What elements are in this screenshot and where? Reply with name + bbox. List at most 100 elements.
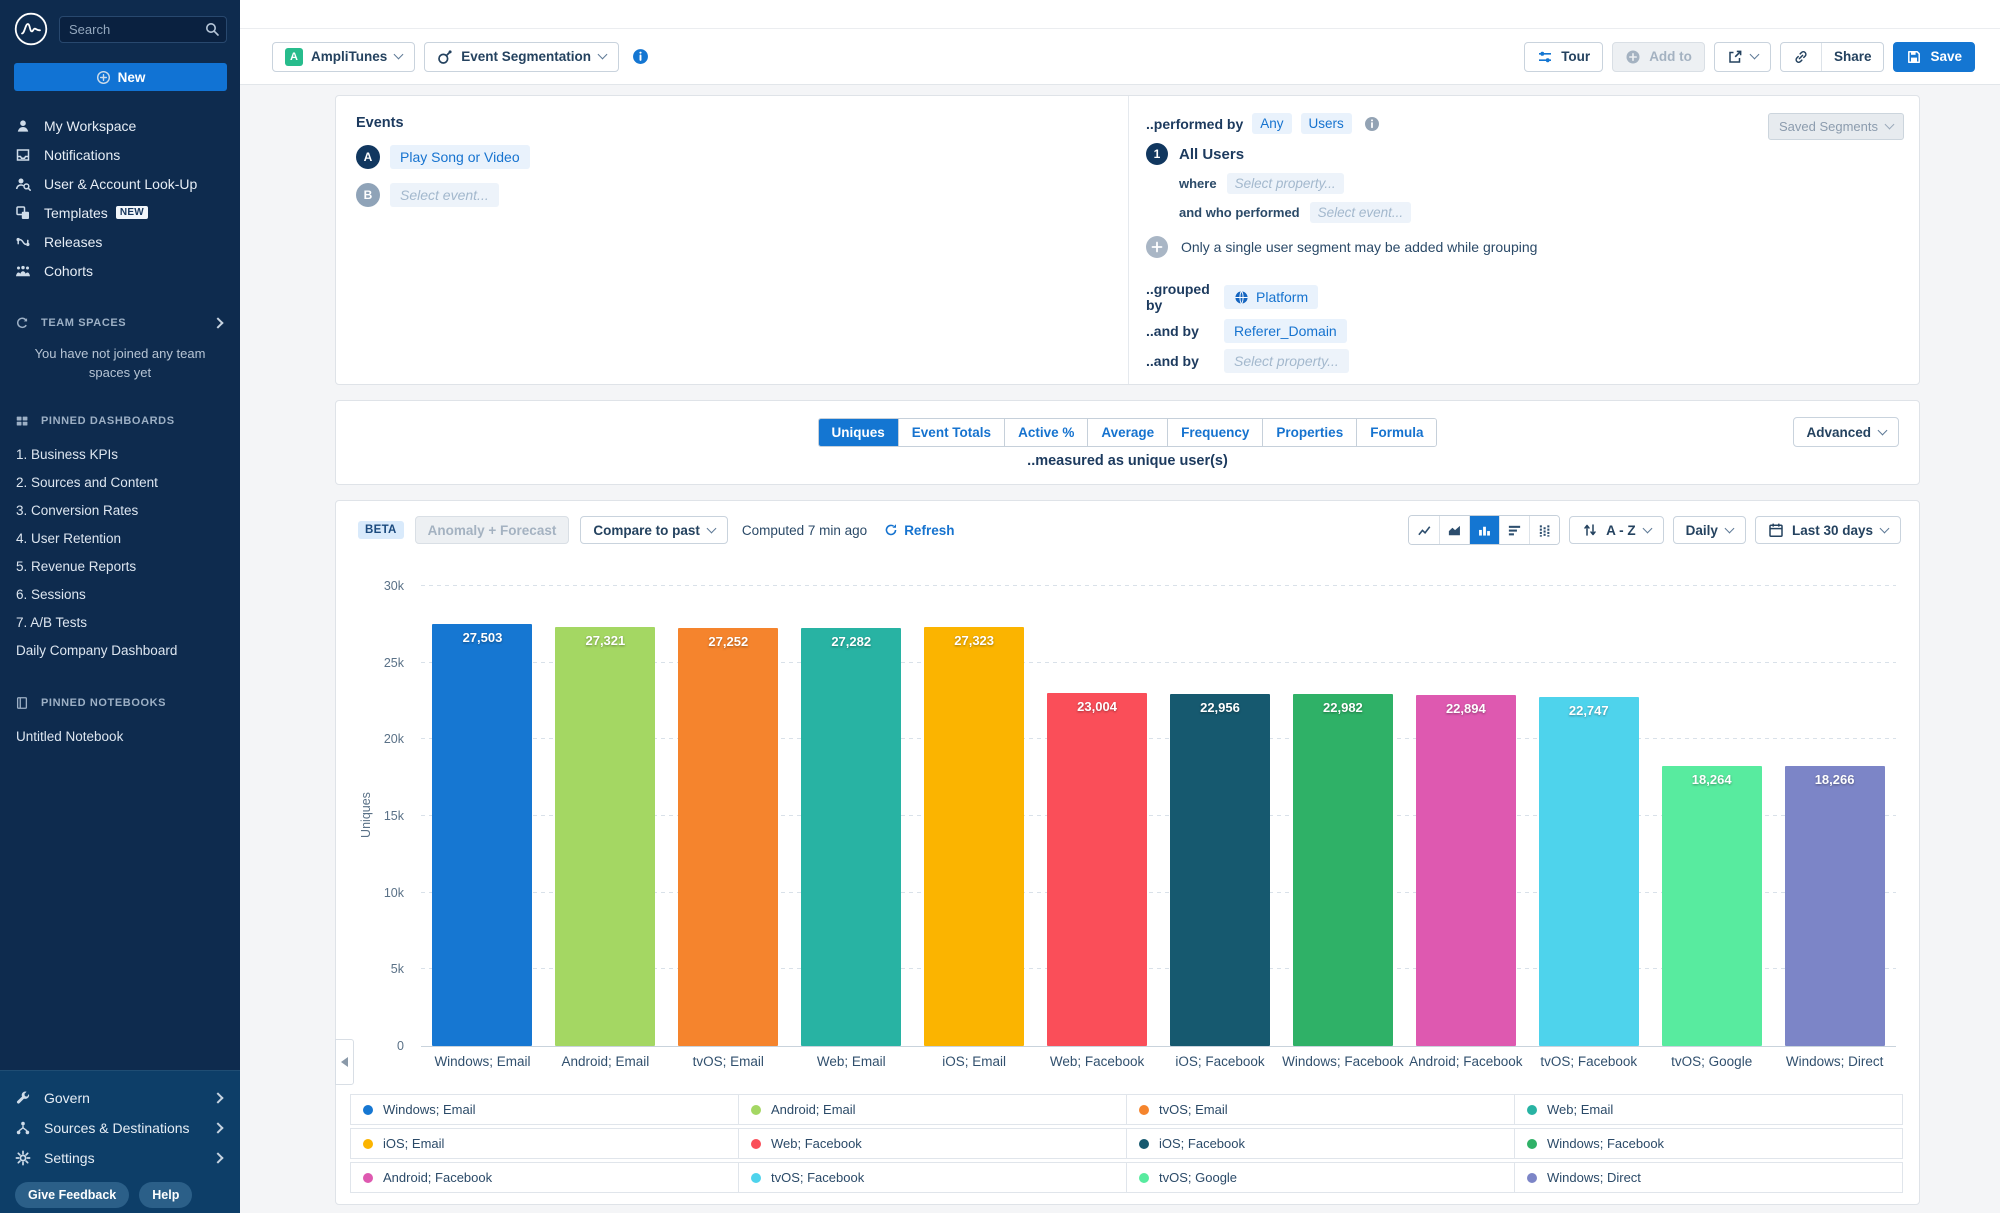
tab-event-totals[interactable]: Event Totals xyxy=(898,419,1004,446)
segment-name[interactable]: All Users xyxy=(1179,146,1244,163)
chevron-down-icon xyxy=(394,50,404,60)
bar-windows-facebook[interactable]: 22,982 xyxy=(1293,694,1393,1046)
notebook-item-untitled-notebook[interactable]: Untitled Notebook xyxy=(0,723,240,751)
add-segment-icon[interactable] xyxy=(1146,236,1168,258)
sidebar-item-releases[interactable]: Releases xyxy=(0,227,240,256)
legend-color-dot xyxy=(751,1173,761,1183)
help-button[interactable]: Help xyxy=(139,1182,192,1208)
tab-uniques[interactable]: Uniques xyxy=(819,419,898,446)
legend-item-tvos-facebook[interactable]: tvOS; Facebook xyxy=(738,1162,1127,1193)
where-property-select[interactable]: Select property... xyxy=(1227,173,1344,194)
row-chart-button[interactable] xyxy=(1499,516,1529,544)
column-chart-button[interactable] xyxy=(1469,516,1499,544)
bar-value-label: 22,982 xyxy=(1293,700,1393,715)
notebook-icon xyxy=(15,696,29,710)
advanced-button[interactable]: Advanced xyxy=(1793,417,1899,447)
legend-item-windows-facebook[interactable]: Windows; Facebook xyxy=(1514,1128,1903,1159)
give-feedback-button[interactable]: Give Feedback xyxy=(15,1182,129,1208)
collapse-panel-button[interactable] xyxy=(335,1039,354,1085)
bar-tvos-google[interactable]: 18,264 xyxy=(1662,766,1762,1046)
dashboard-item-daily-company-dashboard[interactable]: Daily Company Dashboard xyxy=(0,637,240,665)
amplitude-logo-icon[interactable] xyxy=(14,12,48,46)
any-chip[interactable]: Any xyxy=(1252,113,1291,134)
tab-active[interactable]: Active % xyxy=(1004,419,1087,446)
sidebar-item-my-workspace[interactable]: My Workspace xyxy=(0,111,240,140)
and-by-property-select[interactable]: Select property... xyxy=(1224,349,1349,373)
tour-button[interactable]: Tour xyxy=(1524,42,1603,72)
legend-item-ios-email[interactable]: iOS; Email xyxy=(350,1128,739,1159)
project-selector-button[interactable]: A AmpliTunes xyxy=(272,42,415,72)
and-by-chip[interactable]: Referer_Domain xyxy=(1224,319,1347,343)
interval-button[interactable]: Daily xyxy=(1673,516,1746,544)
team-spaces-header[interactable]: TEAM SPACES xyxy=(0,315,240,331)
legend-item-android-facebook[interactable]: Android; Facebook xyxy=(350,1162,739,1193)
anomaly-forecast-button[interactable]: Anomaly + Forecast xyxy=(415,516,570,544)
copy-link-button[interactable] xyxy=(1781,43,1821,71)
bar-windows-email[interactable]: 27,503 xyxy=(432,624,532,1046)
dashboard-item-6-sessions[interactable]: 6. Sessions xyxy=(0,581,240,609)
legend-item-windows-email[interactable]: Windows; Email xyxy=(350,1094,739,1125)
refresh-button[interactable]: Refresh xyxy=(884,523,954,538)
advanced-label: Advanced xyxy=(1806,425,1871,440)
dashboard-item-4-user-retention[interactable]: 4. User Retention xyxy=(0,525,240,553)
legend-item-android-email[interactable]: Android; Email xyxy=(738,1094,1127,1125)
sidebar-item-sources-destinations[interactable]: Sources & Destinations xyxy=(0,1113,240,1143)
date-range-button[interactable]: Last 30 days xyxy=(1755,516,1901,544)
saved-segments-button[interactable]: Saved Segments xyxy=(1768,113,1904,140)
sidebar-item-govern[interactable]: Govern xyxy=(0,1083,240,1113)
dashboard-item-1-business-kpis[interactable]: 1. Business KPIs xyxy=(0,441,240,469)
bar-android-email[interactable]: 27,321 xyxy=(555,627,655,1046)
save-button[interactable]: Save xyxy=(1893,42,1975,72)
legend-item-tvos-email[interactable]: tvOS; Email xyxy=(1126,1094,1515,1125)
legend-item-web-facebook[interactable]: Web; Facebook xyxy=(738,1128,1127,1159)
search-box[interactable] xyxy=(59,16,227,43)
info-icon[interactable] xyxy=(1364,116,1380,132)
line-chart-button[interactable] xyxy=(1409,516,1439,544)
grouped-by-chip[interactable]: Platform xyxy=(1224,285,1318,309)
grouped-by-row: ..grouped by Platform xyxy=(1146,281,1902,313)
dashboard-item-2-sources-and-content[interactable]: 2. Sources and Content xyxy=(0,469,240,497)
users-chip[interactable]: Users xyxy=(1301,113,1352,134)
dashboard-item-3-conversion-rates[interactable]: 3. Conversion Rates xyxy=(0,497,240,525)
export-button[interactable] xyxy=(1714,42,1771,72)
and-who-event-select[interactable]: Select event... xyxy=(1310,202,1412,223)
bar-tvos-email[interactable]: 27,252 xyxy=(678,628,778,1046)
sidebar-item-user-account-look-up[interactable]: User & Account Look-Up xyxy=(0,169,240,198)
sidebar-item-notifications[interactable]: Notifications xyxy=(0,140,240,169)
legend-item-web-email[interactable]: Web; Email xyxy=(1514,1094,1903,1125)
info-icon[interactable] xyxy=(632,48,649,65)
bar-ios-email[interactable]: 27,323 xyxy=(924,627,1024,1046)
tab-properties[interactable]: Properties xyxy=(1262,419,1356,446)
legend-label: tvOS; Email xyxy=(1159,1102,1228,1117)
bar-slot: 22,894 xyxy=(1404,695,1527,1046)
event-select-placeholder[interactable]: Select event... xyxy=(390,183,499,207)
sidebar-item-templates[interactable]: TemplatesNEW xyxy=(0,198,240,227)
compare-to-past-button[interactable]: Compare to past xyxy=(580,516,728,544)
sidebar-item-cohorts[interactable]: Cohorts xyxy=(0,256,240,285)
sort-button[interactable]: A - Z xyxy=(1569,516,1664,544)
analysis-type-button[interactable]: Event Segmentation xyxy=(424,42,619,72)
tab-formula[interactable]: Formula xyxy=(1356,419,1436,446)
chevron-down-icon xyxy=(1642,523,1652,533)
share-button[interactable]: Share xyxy=(1821,43,1884,71)
add-to-button[interactable]: Add to xyxy=(1612,42,1705,72)
legend-item-tvos-google[interactable]: tvOS; Google xyxy=(1126,1162,1515,1193)
legend-item-ios-facebook[interactable]: iOS; Facebook xyxy=(1126,1128,1515,1159)
dashboard-item-7-a-b-tests[interactable]: 7. A/B Tests xyxy=(0,609,240,637)
bar-windows-direct[interactable]: 18,266 xyxy=(1785,766,1885,1046)
event-chip-play-song-or-video[interactable]: Play Song or Video xyxy=(390,145,530,169)
bar-tvos-facebook[interactable]: 22,747 xyxy=(1539,697,1639,1046)
tab-average[interactable]: Average xyxy=(1087,419,1167,446)
new-button[interactable]: New xyxy=(14,63,227,91)
bar-android-facebook[interactable]: 22,894 xyxy=(1416,695,1516,1046)
sidebar-item-settings[interactable]: Settings xyxy=(0,1143,240,1173)
bar-ios-facebook[interactable]: 22,956 xyxy=(1170,694,1270,1046)
tab-frequency[interactable]: Frequency xyxy=(1167,419,1262,446)
grid-chart-button[interactable] xyxy=(1529,516,1559,544)
legend-item-windows-direct[interactable]: Windows; Direct xyxy=(1514,1162,1903,1193)
dashboard-item-5-revenue-reports[interactable]: 5. Revenue Reports xyxy=(0,553,240,581)
bar-web-facebook[interactable]: 23,004 xyxy=(1047,693,1147,1046)
search-input[interactable] xyxy=(59,16,227,43)
area-chart-button[interactable] xyxy=(1439,516,1469,544)
bar-web-email[interactable]: 27,282 xyxy=(801,628,901,1046)
